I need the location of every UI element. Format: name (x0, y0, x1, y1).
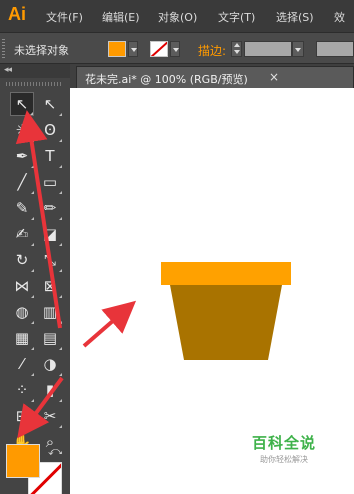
line-segment-tool-icon[interactable]: ╱ (10, 170, 34, 194)
collapse-panel-icon[interactable]: ◂◂ (4, 65, 12, 75)
stroke-dropdown-arrow-icon[interactable] (170, 41, 180, 57)
tool-flyout-indicator-icon (59, 139, 62, 142)
stroke-weight-stepper[interactable] (231, 41, 242, 57)
tool-flyout-indicator-icon (59, 347, 62, 350)
pencil-tool-icon[interactable]: ✏ (38, 196, 62, 220)
flower-pot-body-shape[interactable] (170, 285, 282, 360)
direct-selection-tool-icon[interactable]: ↖ (38, 92, 62, 116)
tool-flyout-indicator-icon (31, 243, 34, 246)
menu-type[interactable]: 文字(T) (218, 9, 255, 25)
menu-edit[interactable]: 编辑(E) (102, 9, 140, 25)
document-canvas[interactable]: 花未完.ai* @ 100% (RGB/预览) × 百科全说 助你轻松解决 (70, 64, 354, 494)
menu-effect[interactable]: 效 (334, 9, 345, 25)
symbol-sprayer-tool-icon[interactable]: ⁘ (10, 378, 34, 402)
stroke-weight-dropdown-icon[interactable] (292, 41, 304, 57)
selection-status: 未选择对象 (14, 44, 69, 57)
blend-tool-icon[interactable]: ◑ (38, 352, 62, 376)
variable-width-profile-field[interactable] (316, 41, 354, 57)
lasso-tool-icon[interactable]: ʘ (38, 118, 62, 142)
eraser-tool-icon[interactable]: ◪ (38, 222, 62, 246)
tool-flyout-indicator-icon (59, 165, 62, 168)
document-tab-title: 花未完.ai* @ 100% (RGB/预览) (85, 73, 248, 86)
tools-panel: ◂◂ ↖ ↖ ✳ ʘ ✒ T ╱ ▭ ✎ ✏ ✍ ◪ ↻ ⤡ ⋈ ⊠ ◍ ▥ ▦ ▤ ⁄ ◑ ⁘ ▮ ⊞ ✂ ✋ ⌕ ⤺ (0, 64, 70, 494)
rotate-tool-icon[interactable]: ↻ (10, 248, 34, 272)
menu-file[interactable]: 文件(F) (46, 9, 83, 25)
tool-flyout-indicator-icon (31, 269, 34, 272)
pen-tool-icon[interactable]: ✒ (10, 144, 34, 168)
watermark-title: 百科全说 (252, 434, 317, 452)
tool-flyout-indicator-icon (59, 217, 62, 220)
gradient-tool-icon[interactable]: ▤ (38, 326, 62, 350)
tool-flyout-indicator-icon (59, 399, 62, 402)
stroke-label[interactable]: 描边: (198, 42, 226, 59)
magic-wand-tool-icon[interactable]: ✳ (10, 118, 34, 142)
mesh-tool-icon[interactable]: ▦ (10, 326, 34, 350)
tool-flyout-indicator-icon (59, 321, 62, 324)
stepper-down-icon[interactable] (234, 50, 240, 54)
fill-color-box[interactable] (6, 444, 40, 478)
flower-pot-rim[interactable] (161, 262, 291, 285)
tool-flyout-indicator-icon (30, 112, 33, 115)
rectangle-tool-icon[interactable]: ▭ (38, 170, 62, 194)
perspective-grid-tool-icon[interactable]: ▥ (38, 300, 62, 324)
document-tab-bar: 花未完.ai* @ 100% (RGB/预览) × (70, 64, 354, 88)
tool-flyout-indicator-icon (31, 399, 34, 402)
tool-flyout-indicator-icon (31, 191, 34, 194)
menu-bar: Ai 文件(F) 编辑(E) 对象(O) 文字(T) 选择(S) 效 (0, 0, 354, 32)
tool-flyout-indicator-icon (31, 217, 34, 220)
scale-tool-icon[interactable]: ⤡ (38, 248, 62, 272)
flower-pot-body[interactable] (170, 285, 282, 360)
app-logo: Ai (8, 4, 26, 24)
control-bar-grip[interactable] (2, 39, 5, 59)
tool-flyout-indicator-icon (59, 113, 62, 116)
stroke-weight-input[interactable] (244, 41, 292, 57)
shape-builder-tool-icon[interactable]: ◍ (10, 300, 34, 324)
tool-flyout-indicator-icon (59, 269, 62, 272)
tool-flyout-indicator-icon (59, 243, 62, 246)
tool-flyout-indicator-icon (59, 191, 62, 194)
selection-tool-icon[interactable]: ↖ (10, 92, 34, 116)
watermark-subtitle: 助你轻松解决 (260, 455, 308, 464)
tools-panel-header: ◂◂ (0, 64, 70, 78)
tools-panel-grip[interactable] (6, 82, 62, 86)
tool-flyout-indicator-icon (31, 373, 34, 376)
tool-flyout-indicator-icon (31, 347, 34, 350)
watermark: 百科全说 助你轻松解决 (252, 432, 316, 465)
stepper-up-icon[interactable] (234, 43, 240, 47)
artboard-tool-icon[interactable]: ⊞ (10, 404, 34, 428)
tool-flyout-indicator-icon (31, 165, 34, 168)
type-tool-icon[interactable]: T (38, 144, 62, 168)
width-tool-icon[interactable]: ⋈ (10, 274, 34, 298)
menu-object[interactable]: 对象(O) (158, 9, 197, 25)
tool-flyout-indicator-icon (31, 321, 34, 324)
free-transform-tool-icon[interactable]: ⊠ (38, 274, 62, 298)
menu-select[interactable]: 选择(S) (276, 9, 314, 25)
control-bar: 未选择对象 描边: (0, 32, 354, 64)
tool-flyout-indicator-icon (59, 425, 62, 428)
paintbrush-tool-icon[interactable]: ✎ (10, 196, 34, 220)
tool-flyout-indicator-icon (31, 295, 34, 298)
tool-flyout-indicator-icon (31, 139, 34, 142)
fill-color-swatch[interactable] (108, 41, 126, 57)
tool-flyout-indicator-icon (59, 373, 62, 376)
eyedropper-tool-icon[interactable]: ⁄ (10, 352, 34, 376)
tool-flyout-indicator-icon (31, 425, 34, 428)
close-icon[interactable]: × (269, 70, 279, 84)
swap-fill-stroke-icon[interactable]: ⤺ (48, 444, 61, 459)
blob-brush-tool-icon[interactable]: ✍ (10, 222, 34, 246)
slice-tool-icon[interactable]: ✂ (38, 404, 62, 428)
column-graph-tool-icon[interactable]: ▮ (38, 378, 62, 402)
stroke-color-swatch[interactable] (150, 41, 168, 57)
document-tab[interactable]: 花未完.ai* @ 100% (RGB/预览) × (76, 66, 354, 88)
fill-dropdown-arrow-icon[interactable] (128, 41, 138, 57)
tool-flyout-indicator-icon (59, 295, 62, 298)
